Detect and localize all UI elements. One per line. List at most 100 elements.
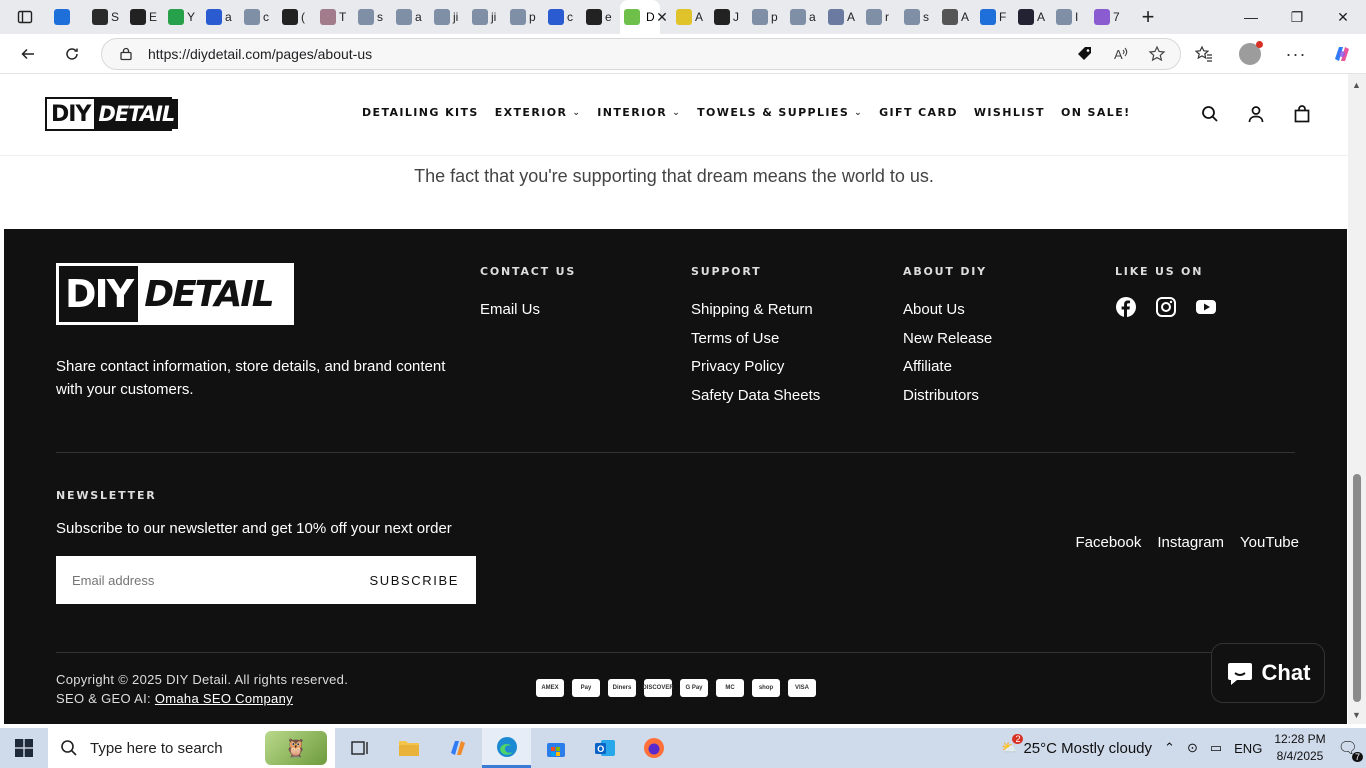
file-explorer-button[interactable]	[384, 728, 433, 768]
footer-link[interactable]: Privacy Policy	[691, 353, 820, 382]
start-button[interactable]	[0, 728, 48, 768]
footer-link[interactable]: Safety Data Sheets	[691, 382, 820, 411]
browser-tab[interactable]: T	[316, 0, 354, 34]
browser-tab[interactable]: ji	[468, 0, 506, 34]
edge-app-button[interactable]	[482, 728, 531, 768]
browser-tab[interactable]: S	[88, 0, 126, 34]
taskbar-search[interactable]: Type here to search 🦉	[48, 728, 335, 768]
page-scrollbar[interactable]: ▲ ▼	[1348, 74, 1366, 724]
browser-tab[interactable]: A	[938, 0, 976, 34]
browser-tab[interactable]: c	[240, 0, 278, 34]
show-hidden-icons-chevron-icon[interactable]: ⌃	[1164, 740, 1175, 756]
youtube-icon[interactable]	[1195, 296, 1217, 318]
browser-tab[interactable]: F	[976, 0, 1014, 34]
subscribe-button[interactable]: SUBSCRIBE	[369, 573, 459, 588]
browser-tab[interactable]: Y	[164, 0, 202, 34]
social-text-link[interactable]: Facebook	[1075, 534, 1141, 551]
browser-tab[interactable]: ji	[430, 0, 468, 34]
close-window-button[interactable]: ✕	[1320, 0, 1366, 34]
footer-link[interactable]: Affiliate	[903, 353, 992, 382]
browser-tab[interactable]: E	[126, 0, 164, 34]
battery-icon[interactable]: ▭	[1210, 740, 1222, 756]
footer-logo[interactable]: DIY DETAIL	[56, 263, 294, 325]
nav-item-gift-card[interactable]: GIFT CARD	[879, 106, 958, 119]
site-logo[interactable]: DIY DETAIL	[45, 97, 179, 131]
copilot-app-button[interactable]	[433, 728, 482, 768]
settings-more-button[interactable]: ···	[1276, 38, 1316, 70]
back-button[interactable]	[8, 38, 48, 70]
footer-link[interactable]: About Us	[903, 296, 992, 325]
browser-tab[interactable]: e	[582, 0, 620, 34]
browser-tab[interactable]: 7	[1090, 0, 1128, 34]
cart-bag-icon[interactable]	[1292, 104, 1312, 124]
browser-tab[interactable]: A	[672, 0, 710, 34]
tab-actions-icon	[17, 10, 33, 24]
tab-actions-button[interactable]	[0, 9, 50, 25]
browser-tab[interactable]: c	[544, 0, 582, 34]
footer-link[interactable]: Shipping & Return	[691, 296, 820, 325]
footer-link[interactable]: Terms of Use	[691, 325, 820, 354]
browser-tab[interactable]: r	[862, 0, 900, 34]
payment-method-icon: VISA	[788, 679, 816, 697]
favorite-star-icon[interactable]	[1148, 45, 1166, 63]
scrollbar-thumb[interactable]	[1353, 474, 1361, 702]
browser-tab[interactable]: s	[900, 0, 938, 34]
chat-button[interactable]: Chat	[1211, 643, 1325, 703]
scroll-down-icon[interactable]: ▼	[1352, 710, 1361, 720]
nav-item-on-sale[interactable]: ON SALE!	[1061, 106, 1131, 119]
favorites-button[interactable]	[1184, 38, 1224, 70]
browser-tab[interactable]: p	[506, 0, 544, 34]
browser-tab[interactable]: a	[786, 0, 824, 34]
facebook-icon[interactable]	[1115, 296, 1137, 318]
site-info-icon[interactable]	[119, 47, 133, 61]
nav-item-interior[interactable]: INTERIOR ⌄	[597, 106, 681, 119]
outlook-app-button[interactable]: O	[580, 728, 629, 768]
nav-item-towels-supplies[interactable]: TOWELS & SUPPLIES ⌄	[697, 106, 863, 119]
account-icon[interactable]	[1246, 104, 1266, 124]
browser-tab[interactable]: J	[710, 0, 748, 34]
social-text-link[interactable]: Instagram	[1157, 534, 1224, 551]
clock-time: 12:28 PM	[1274, 732, 1326, 746]
task-view-button[interactable]	[335, 728, 384, 768]
browser-tab[interactable]: a	[202, 0, 240, 34]
scroll-up-icon[interactable]: ▲	[1352, 80, 1361, 90]
copilot-button[interactable]	[1322, 38, 1362, 70]
browser-tab[interactable]	[50, 0, 88, 34]
profile-button[interactable]	[1230, 38, 1270, 70]
instagram-icon[interactable]	[1155, 296, 1177, 318]
seo-link[interactable]: Omaha SEO Company	[155, 691, 293, 706]
browser-tab[interactable]: A	[824, 0, 862, 34]
close-tab-icon[interactable]: ✕	[652, 9, 672, 26]
new-tab-button[interactable]: +	[1128, 4, 1168, 30]
network-icon[interactable]: ⊙	[1187, 740, 1198, 756]
restore-button[interactable]: ❐	[1274, 0, 1320, 34]
refresh-button[interactable]	[52, 38, 92, 70]
address-bar[interactable]: https://diydetail.com/pages/about-us A	[101, 38, 1181, 70]
browser-tab[interactable]: A	[1014, 0, 1052, 34]
language-indicator[interactable]: ENG	[1234, 741, 1262, 756]
browser-tab[interactable]: s	[354, 0, 392, 34]
browser-tab[interactable]: (	[278, 0, 316, 34]
tab-title: a	[415, 10, 422, 24]
footer-link[interactable]: New Release	[903, 325, 992, 354]
social-text-link[interactable]: YouTube	[1240, 534, 1299, 551]
nav-item-detailing-kits[interactable]: DETAILING KITS	[362, 106, 479, 119]
browser-tab[interactable]: a	[392, 0, 430, 34]
browser-tab[interactable]: I	[1052, 0, 1090, 34]
tab-title: e	[605, 10, 612, 24]
minimize-button[interactable]: —	[1228, 0, 1274, 34]
read-aloud-icon[interactable]: A	[1112, 45, 1130, 63]
search-icon[interactable]	[1200, 104, 1220, 124]
footer-link[interactable]: Email Us	[480, 296, 576, 325]
nav-item-exterior[interactable]: EXTERIOR ⌄	[495, 106, 582, 119]
notifications-icon[interactable]: 🗨 7	[1338, 738, 1363, 762]
shopping-tag-icon[interactable]	[1076, 45, 1094, 63]
store-app-button[interactable]	[531, 728, 580, 768]
email-input[interactable]	[72, 572, 352, 588]
nav-item-wishlist[interactable]: WISHLIST	[974, 106, 1045, 119]
firefox-app-button[interactable]	[629, 728, 678, 768]
clock[interactable]: 12:28 PM 8/4/2025	[1274, 731, 1325, 765]
footer-link[interactable]: Distributors	[903, 382, 992, 411]
weather-widget[interactable]: ⛅ 2 25°C Mostly cloudy	[1001, 734, 1152, 757]
browser-tab[interactable]: p	[748, 0, 786, 34]
